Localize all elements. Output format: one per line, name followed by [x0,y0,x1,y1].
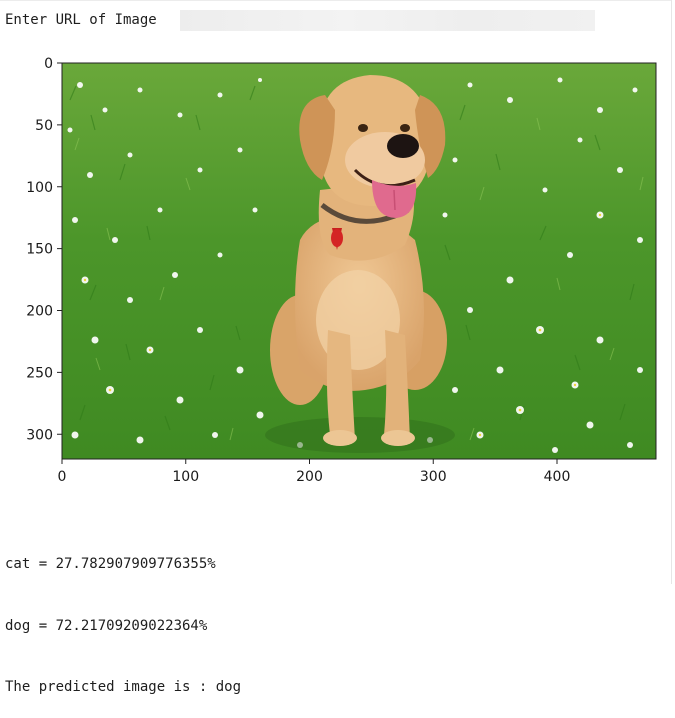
prediction-output: cat = 27.782907909776355% dog = 72.21709… [5,513,241,718]
x-tick-label: 0 [58,469,67,485]
url-input[interactable] [180,10,595,31]
url-prompt: Enter URL of Image [5,9,157,31]
y-tick-label: 250 [26,365,53,381]
y-tick-label: 200 [26,304,53,320]
dog-probability: dog = 72.21709209022364% [5,617,208,634]
y-axis: 0 50 100 150 200 250 300 [26,56,62,443]
y-tick-label: 50 [35,118,53,134]
x-tick-label: 100 [172,469,199,485]
x-axis: 0 100 200 300 400 [58,459,571,485]
cat-probability: cat = 27.782907909776355% [5,556,216,572]
url-prompt-label: Enter URL of Image [5,12,157,28]
y-tick-label: 0 [44,56,53,72]
y-tick-label: 100 [26,180,53,196]
x-tick-label: 400 [544,469,571,485]
y-tick-label: 300 [26,427,53,443]
dog-photo [62,63,656,459]
image-plot: 0 100 200 300 400 0 50 100 150 200 250 300 [26,56,657,485]
x-tick-label: 200 [296,469,323,485]
x-tick-label: 300 [420,469,447,485]
cell-top-border [0,0,672,1]
y-tick-label: 150 [26,242,53,258]
prediction-result: The predicted image is : dog [5,679,242,695]
